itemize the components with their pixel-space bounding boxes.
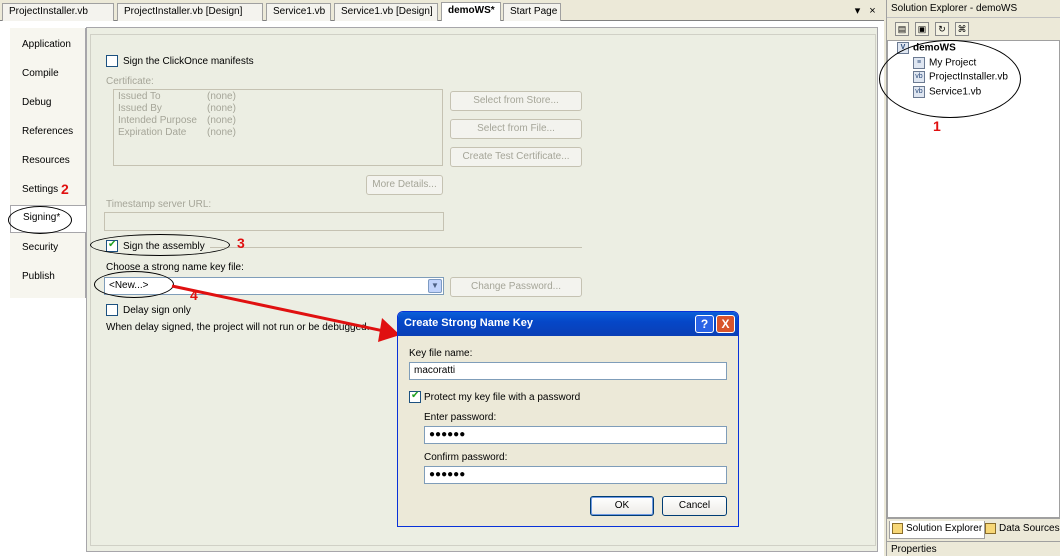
nav-label: Resources — [22, 155, 70, 166]
nav-settings[interactable]: Settings — [10, 178, 86, 207]
more-details-button[interactable]: More Details... — [366, 175, 443, 195]
annotation-number-1: 1 — [933, 118, 941, 134]
key-file-name-label: Key file name: — [409, 348, 473, 359]
show-all-files-icon[interactable]: ▣ — [915, 22, 929, 36]
separator — [210, 247, 582, 248]
class-diagram-icon[interactable]: ⌘ — [955, 22, 969, 36]
help-button[interactable]: ? — [695, 315, 714, 333]
nav-security[interactable]: Security — [10, 236, 86, 265]
annotation-arrow-line — [171, 284, 399, 336]
dialog-body: Key file name: macoratti Protect my key … — [401, 336, 735, 524]
nav-publish[interactable]: Publish — [10, 265, 86, 294]
enter-password-label: Enter password: — [424, 412, 497, 423]
solution-explorer-title: Solution Explorer - demoWS — [887, 0, 1060, 18]
solution-explorer-icon — [892, 523, 903, 534]
annotation-arrow — [171, 284, 400, 342]
cert-row: Issued By (none) — [118, 103, 236, 114]
tab-label: Solution Explorer — [906, 523, 983, 534]
timestamp-input[interactable] — [104, 212, 444, 231]
solution-explorer-toolbar: ▤ ▣ ↻ ⌘ — [887, 19, 1060, 39]
tab-data-sources[interactable]: Data Sources — [983, 521, 1060, 539]
tab-service1-design[interactable]: Service1.vb [Design] — [334, 3, 438, 21]
enter-password-input[interactable]: ●●●●●● — [424, 426, 727, 444]
tab-label: Data Sources — [999, 523, 1060, 534]
cert-row: Intended Purpose (none) — [118, 115, 236, 126]
nav-label: Debug — [22, 97, 52, 108]
nav-label: References — [22, 126, 74, 137]
properties-panel-title: Properties — [887, 541, 1060, 556]
solution-panel-tabs: Solution Explorer Data Sources — [887, 518, 1060, 540]
annotation-ellipse-signing — [8, 206, 72, 234]
certificate-label: Certificate: — [106, 76, 154, 87]
tab-solution-explorer[interactable]: Solution Explorer — [889, 521, 986, 539]
annotation-number-2: 2 — [61, 181, 69, 197]
cert-row: Issued To (none) — [118, 91, 236, 102]
nav-debug[interactable]: Debug — [10, 91, 86, 120]
ok-button[interactable]: OK — [590, 496, 654, 516]
protect-password-checkbox[interactable] — [409, 390, 421, 403]
tab-service1-vb[interactable]: Service1.vb — [266, 3, 331, 21]
confirm-password-input[interactable]: ●●●●●● — [424, 466, 727, 484]
tab-projectinstaller-vb[interactable]: ProjectInstaller.vb — [2, 3, 114, 21]
cancel-button[interactable]: Cancel — [662, 496, 727, 516]
nav-label: Compile — [22, 68, 59, 79]
cert-row: Expiration Date (none) — [118, 127, 236, 138]
create-strong-name-key-dialog: Create Strong Name Key ? X Key file name… — [397, 311, 739, 527]
document-tab-strip: ProjectInstaller.vb ProjectInstaller.vb … — [0, 0, 884, 22]
nav-compile[interactable]: Compile — [10, 62, 86, 91]
dialog-title: Create Strong Name Key — [404, 317, 533, 329]
refresh-icon[interactable]: ↻ — [935, 22, 949, 36]
dialog-title-bar[interactable]: Create Strong Name Key ? X — [398, 312, 738, 336]
tab-demows[interactable]: demoWS* — [441, 2, 501, 22]
annotation-ellipse-solution — [879, 40, 1021, 118]
select-from-store-button[interactable]: Select from Store... — [450, 91, 582, 111]
timestamp-label: Timestamp server URL: — [106, 199, 212, 210]
annotation-number-4: 4 — [190, 287, 198, 303]
tab-controls: ▾ × — [850, 3, 884, 19]
nav-label: Publish — [22, 271, 55, 282]
tab-list-dropdown-icon[interactable]: ▾ — [850, 3, 865, 19]
close-button[interactable]: X — [716, 315, 735, 333]
nav-label: Application — [22, 39, 71, 50]
tab-projectinstaller-design[interactable]: ProjectInstaller.vb [Design] — [117, 3, 263, 21]
nav-resources[interactable]: Resources — [10, 149, 86, 178]
nav-label: Security — [22, 242, 59, 253]
close-tab-icon[interactable]: × — [865, 3, 880, 19]
select-from-file-button[interactable]: Select from File... — [450, 119, 582, 139]
delay-sign-checkbox[interactable] — [106, 304, 118, 316]
confirm-password-label: Confirm password: — [424, 452, 508, 463]
chevron-down-icon[interactable]: ▼ — [428, 279, 442, 293]
tab-start-page[interactable]: Start Page — [503, 3, 561, 21]
nav-application[interactable]: Application — [10, 33, 86, 62]
annotation-ellipse-sign-assembly — [90, 234, 230, 256]
sign-clickonce-checkbox[interactable] — [106, 55, 118, 67]
change-password-button[interactable]: Change Password... — [450, 277, 582, 297]
sign-clickonce-label: Sign the ClickOnce manifests — [123, 56, 254, 67]
data-sources-icon — [985, 523, 996, 534]
annotation-number-3: 3 — [237, 235, 245, 251]
protect-password-label: Protect my key file with a password — [424, 392, 581, 403]
certificate-details: Issued To (none) Issued By (none) Intended… — [118, 91, 236, 139]
create-test-certificate-button[interactable]: Create Test Certificate... — [450, 147, 582, 167]
properties-icon[interactable]: ▤ — [895, 22, 909, 36]
key-file-name-input[interactable]: macoratti — [409, 362, 727, 380]
nav-label: Settings — [22, 184, 59, 195]
nav-references[interactable]: References — [10, 120, 86, 149]
